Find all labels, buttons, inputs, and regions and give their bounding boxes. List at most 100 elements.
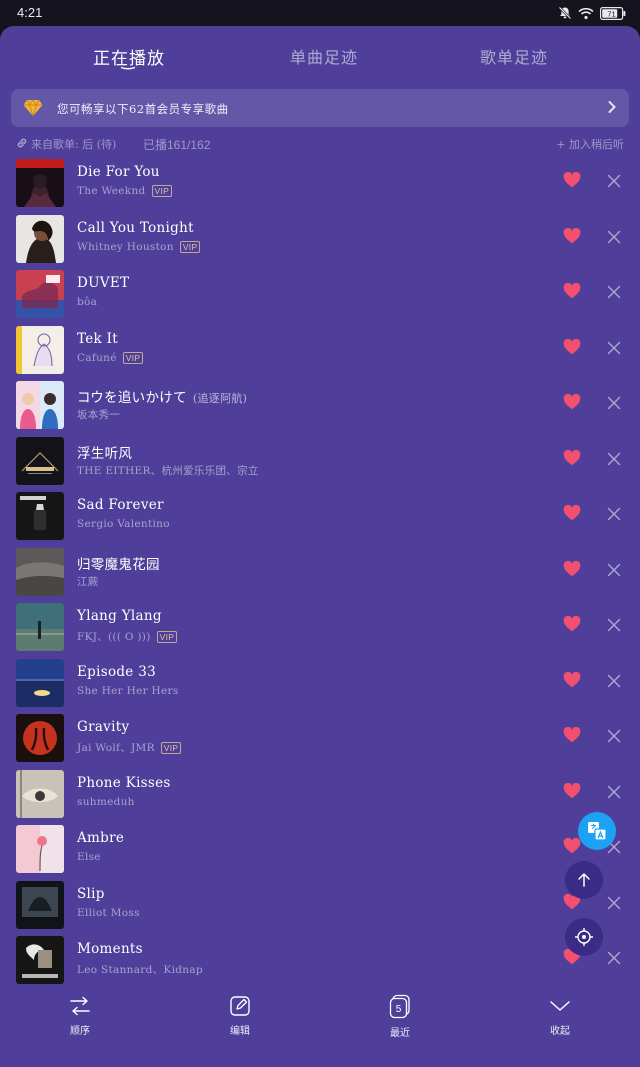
playlist-source-row: 来自歌单: 后 (待) 已播161/162 + 加入稍后听 <box>16 135 628 153</box>
song-artist: bôa <box>77 296 97 308</box>
heart-icon[interactable] <box>563 227 581 244</box>
song-title: Ambre <box>77 830 124 846</box>
song-artist-text: FKJ、((( O ))) <box>77 631 151 643</box>
close-icon[interactable] <box>607 396 621 410</box>
heart-icon[interactable] <box>563 671 581 688</box>
song-row[interactable]: Call You Tonight Whitney Houston VIP <box>0 214 640 269</box>
song-row[interactable]: Moments Leo Stannard、Kidnap <box>0 935 640 984</box>
song-subtitle: (追逐阿航) <box>192 392 248 405</box>
edit-icon <box>230 996 250 1016</box>
wifi-icon <box>578 7 594 19</box>
heart-icon[interactable] <box>563 394 581 410</box>
close-icon[interactable] <box>607 230 621 244</box>
song-title: DUVET <box>77 275 129 291</box>
edit-label: 编辑 <box>230 1026 250 1037</box>
song-row[interactable]: Ylang Ylang FKJ、((( O ))) VIP <box>0 602 640 657</box>
close-icon[interactable] <box>607 674 621 688</box>
song-list[interactable]: Die For You The Weeknd VIP Call You Tonight… <box>0 158 640 984</box>
recent-icon: 5 <box>389 994 410 1019</box>
album-cover <box>16 880 64 929</box>
scroll-to-top-button[interactable] <box>565 861 603 899</box>
close-icon[interactable] <box>607 285 621 299</box>
song-artist: She Her Her Hers <box>77 685 179 697</box>
song-title-text: コウを追いかけて <box>77 390 187 406</box>
song-title-text: Ambre <box>77 830 125 846</box>
song-artist: Cafuné VIP <box>77 351 144 364</box>
heart-icon[interactable] <box>563 727 581 743</box>
song-row[interactable]: Die For You The Weeknd VIP <box>0 158 640 213</box>
song-row[interactable]: DUVET bôa <box>0 269 640 324</box>
close-icon[interactable] <box>607 507 621 521</box>
close-icon[interactable] <box>607 341 621 355</box>
song-row[interactable]: コウを追いかけて (追逐阿航) 坂本秀一 <box>0 380 640 435</box>
close-icon[interactable] <box>607 452 621 466</box>
song-row[interactable]: Slip Elliot Moss <box>0 880 640 935</box>
song-artist: suhmeduh <box>77 796 135 808</box>
recent-button[interactable]: 5 最近 <box>360 994 440 1039</box>
album-cover <box>16 214 64 263</box>
close-icon[interactable] <box>607 618 621 632</box>
status-bar: 4:21 71 <box>0 0 640 26</box>
mute-bell-icon <box>558 6 572 20</box>
song-row[interactable]: Phone Kisses suhmeduh <box>0 769 640 824</box>
battery-level: 71 <box>607 9 615 18</box>
song-row[interactable]: 浮生听风 THE EITHER、杭州爱乐乐团、宗立 <box>0 436 640 491</box>
heart-icon[interactable] <box>563 616 581 632</box>
close-icon[interactable] <box>607 563 621 577</box>
edit-button[interactable]: 编辑 <box>200 994 280 1037</box>
heart-icon[interactable] <box>563 560 581 577</box>
song-title-text: Die For You <box>77 164 160 180</box>
add-to-listen-later-button[interactable]: + 加入稍后听 <box>556 136 624 152</box>
song-artist-text: Elliot Moss <box>77 906 140 919</box>
close-icon[interactable] <box>607 174 621 188</box>
arrow-up-icon <box>578 873 590 887</box>
song-title: Phone Kisses <box>77 775 171 791</box>
song-artist-text: Sergio Valentino <box>77 518 170 530</box>
song-row[interactable]: 归零魔鬼花园 江蕨 <box>0 547 640 602</box>
song-row[interactable]: Episode 33 She Her Her Hers <box>0 658 640 713</box>
collapse-button[interactable]: 收起 <box>520 994 600 1037</box>
vip-badge: VIP <box>156 630 178 643</box>
locate-current-button[interactable] <box>565 918 603 956</box>
song-artist-text: 江蕨 <box>77 575 99 588</box>
heart-icon[interactable] <box>563 449 581 466</box>
translate-button[interactable] <box>578 812 616 850</box>
song-title: 浮生听风 <box>77 442 132 462</box>
heart-icon[interactable] <box>563 283 581 299</box>
vip-banner-text: 您可畅享以下62首会员专享歌曲 <box>57 102 229 116</box>
recent-label: 最近 <box>390 1028 410 1039</box>
heart-icon[interactable] <box>563 338 581 355</box>
close-icon[interactable] <box>607 785 621 799</box>
vip-banner[interactable]: 您可畅享以下62首会员专享歌曲 <box>11 89 629 127</box>
close-icon[interactable] <box>607 951 621 965</box>
source-playlist[interactable]: 来自歌单: 后 (待) <box>31 136 116 152</box>
song-title: 归零魔鬼花园 <box>77 553 160 573</box>
song-title-text: Phone Kisses <box>77 774 171 791</box>
heart-icon[interactable] <box>563 838 581 854</box>
song-artist-text: suhmeduh <box>77 795 135 808</box>
translate-icon <box>588 822 607 841</box>
heart-icon[interactable] <box>563 172 581 188</box>
heart-icon[interactable] <box>563 505 581 521</box>
song-artist-text: Cafuné <box>77 351 117 364</box>
song-artist: Sergio Valentino <box>77 518 170 530</box>
song-row[interactable]: Sad Forever Sergio Valentino <box>0 491 640 546</box>
vip-badge: VIP <box>151 185 173 197</box>
song-row[interactable]: Ambre Else <box>0 824 640 879</box>
close-icon[interactable] <box>607 896 621 910</box>
album-cover <box>16 436 64 485</box>
song-artist: FKJ、((( O ))) VIP <box>77 629 178 644</box>
play-order-button[interactable]: 顺序 <box>40 994 120 1037</box>
tab-playlist-history[interactable]: 歌单足迹 <box>480 44 548 68</box>
system-icons: 71 <box>558 5 626 21</box>
tab-song-history[interactable]: 单曲足迹 <box>290 44 358 68</box>
song-title: Tek It <box>77 331 118 347</box>
close-icon[interactable] <box>607 729 621 743</box>
song-row[interactable]: Gravity Jai Wolf、JMR VIP <box>0 713 640 768</box>
song-row[interactable]: Tek It Cafuné VIP <box>0 325 640 380</box>
heart-icon[interactable] <box>563 782 581 799</box>
song-artist-text: The Weeknd <box>77 185 146 197</box>
tab-bar: 正在播放 单曲足迹 歌单足迹 <box>0 26 640 88</box>
chevron-right-icon <box>608 101 616 113</box>
song-title-text: DUVET <box>77 275 130 291</box>
